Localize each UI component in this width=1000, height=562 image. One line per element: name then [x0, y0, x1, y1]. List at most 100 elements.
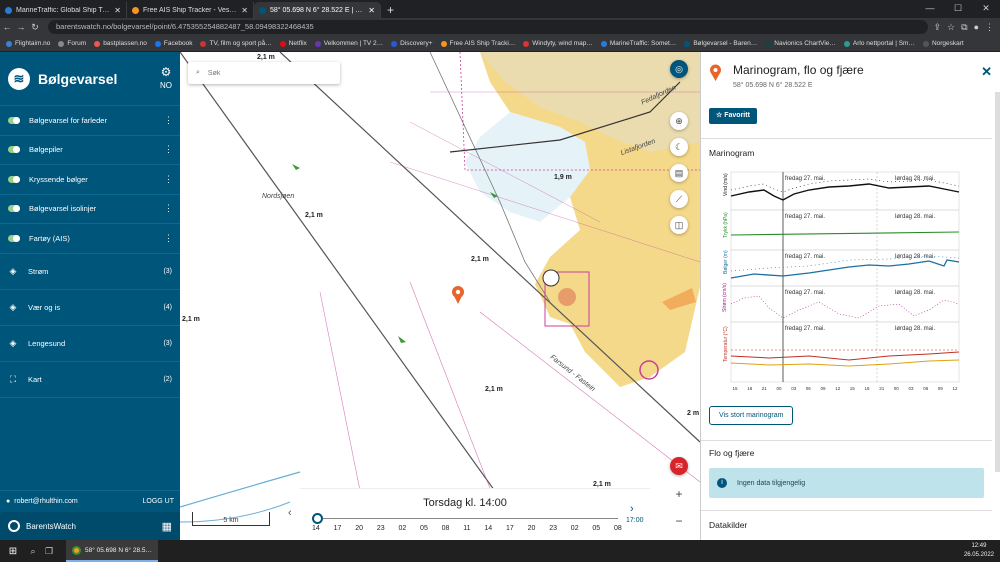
url-field[interactable]: barentswatch.no/bolgevarsel/point/6.4753… — [48, 20, 928, 34]
sidebar-group-lengesund[interactable]: ◈ Lengesund (3) — [0, 326, 180, 362]
timeline-tick: 23 — [549, 525, 557, 532]
zoom-in-button[interactable]: + — [670, 485, 688, 503]
time-tick: 03 — [908, 386, 914, 391]
bookmark[interactable]: Forum — [55, 40, 89, 47]
marinogram-chart: fredag 27. mai. lørdag 28. mai. fredag 2… — [722, 171, 960, 391]
bookmark[interactable]: MarineTraffic: Somet… — [598, 40, 679, 47]
bookmark[interactable]: Discovery+ — [388, 40, 435, 47]
bookmark[interactable]: Netflix — [277, 40, 310, 47]
taskbar-clock[interactable]: 12:49 26.05.2022 — [964, 542, 1000, 560]
layer-toggle[interactable] — [8, 116, 20, 124]
bookmark[interactable]: Free AIS Ship Tracki… — [438, 40, 519, 47]
new-tab-button[interactable]: + — [381, 2, 400, 18]
search-input[interactable] — [207, 69, 328, 77]
minimize-icon[interactable]: — — [916, 0, 944, 18]
layer-toggle[interactable] — [8, 146, 20, 154]
apps-grid-icon[interactable]: ▦ — [162, 520, 172, 533]
task-view-icon[interactable]: ❐ — [40, 546, 58, 557]
night-mode-icon[interactable]: ☾ — [670, 138, 688, 156]
bookmark[interactable]: Arlo nettportal | Sm… — [841, 40, 918, 47]
sidebar-item-kryssende-bolger[interactable]: Kryssende bølger ⋮ — [0, 165, 180, 195]
sidebar-group-kart[interactable]: ⛶ Kart (2) — [0, 362, 180, 398]
wave-height-label: 2,1 m — [257, 54, 275, 61]
chart-map[interactable]: Nordsjøen Listafjorden Fedafjorden Farsu… — [180, 52, 700, 540]
wave-height-label: 2,1 m — [305, 212, 323, 219]
bookmark-star-icon[interactable]: ☆ — [947, 22, 955, 33]
bookmark[interactable]: Bølgevarsel - Baren… — [681, 40, 760, 47]
timeline-prev-icon[interactable]: ‹ — [288, 507, 292, 519]
bookmark[interactable]: TV, film og sport på… — [197, 40, 274, 47]
basemap-icon[interactable]: ◫ — [670, 216, 688, 234]
more-options-icon[interactable]: ⋮ — [164, 174, 173, 185]
sidebar-item-isolinjer[interactable]: Bølgevarsel isolinjer ⋮ — [0, 195, 180, 224]
locate-icon[interactable]: ⊕ — [670, 112, 688, 130]
sidebar-item-bolgevarsel-farleder[interactable]: Bølgevarsel for farleder ⋮ — [0, 106, 180, 136]
close-tab-icon[interactable]: ✕ — [241, 6, 248, 15]
close-icon[interactable]: ✕ — [981, 64, 992, 80]
show-large-marinogram-button[interactable]: Vis stort marinogram — [709, 406, 794, 425]
map-search[interactable]: ⌕ — [188, 62, 340, 84]
back-icon[interactable]: ← — [0, 22, 14, 32]
sidebar-group-vaer-og-is[interactable]: ◈ Vær og is (4) — [0, 290, 180, 326]
map-icon[interactable]: ▤ — [670, 164, 688, 182]
wave-height-label: 1,9 m — [554, 174, 572, 181]
timeline-ticks: 14 17 20 23 02 05 08 11 14 17 20 23 02 05 08 — [312, 525, 622, 532]
tab-favicon — [5, 6, 12, 14]
reload-icon[interactable]: ↻ — [28, 22, 42, 33]
chart-axis-label: Temperatur (°C) — [723, 326, 729, 362]
close-window-icon[interactable]: ✕ — [972, 0, 1000, 18]
settings-button[interactable]: ⚙ NO — [152, 66, 180, 92]
logout-button[interactable]: LOGG UT — [142, 498, 174, 505]
layer-toggle[interactable] — [8, 175, 20, 183]
browser-tab[interactable]: Free AIS Ship Tracker - VesselFin…✕ — [127, 2, 254, 18]
favorite-button[interactable]: ☆ Favoritt — [709, 108, 757, 124]
bookmark[interactable]: Flightaim.no — [3, 40, 53, 47]
wave-height-label: 2 m — [687, 410, 700, 417]
taskbar-app-chrome[interactable]: 58° 05.698 N 6° 28.5… — [66, 540, 158, 562]
layers-button[interactable]: ◎ — [670, 60, 688, 78]
layer-toggle[interactable] — [8, 234, 20, 242]
browser-tab-active[interactable]: 58° 05.698 N 6° 28.522 E | Bølgv…✕ — [254, 2, 381, 18]
windows-start-icon[interactable]: ⊞ — [0, 546, 26, 557]
sidebar-item-bolgepiler[interactable]: Bølgepiler ⋮ — [0, 136, 180, 165]
bookmark-favicon — [922, 40, 929, 47]
panel-scrollbar[interactable] — [995, 92, 1000, 472]
bookmark[interactable]: bastplassen.no — [91, 40, 150, 47]
sidebar-group-strom[interactable]: ◈ Strøm (3) — [0, 254, 180, 290]
timeline-tick: 05 — [592, 525, 601, 532]
more-options-icon[interactable]: ⋮ — [164, 203, 173, 214]
layers-icon: ◈ — [9, 301, 17, 312]
maximize-icon[interactable]: ☐ — [944, 0, 972, 18]
profile-icon[interactable]: ● — [974, 22, 979, 33]
time-tick: 00 — [776, 386, 782, 391]
timeline-next-icon[interactable]: › — [630, 503, 634, 515]
browser-tab[interactable]: MarineTraffic: Global Ship Tracki…✕ — [0, 2, 127, 18]
timeline-title: Torsdag kl. 14:00 — [423, 497, 507, 509]
ruler-icon[interactable]: ⟋ — [670, 190, 688, 208]
timeline-tick: 05 — [420, 525, 428, 532]
close-tab-icon[interactable]: ✕ — [114, 6, 121, 15]
timeline-handle[interactable] — [312, 513, 323, 524]
layer-toggle[interactable] — [8, 205, 20, 213]
zoom-out-button[interactable]: − — [670, 512, 688, 530]
more-options-icon[interactable]: ⋮ — [164, 233, 173, 244]
bookmark[interactable]: Windyty, wind map… — [520, 40, 596, 47]
more-options-icon[interactable]: ⋮ — [164, 144, 173, 155]
sidebar-item-fartoy-ais[interactable]: Fartøy (AIS) ⋮ — [0, 224, 180, 254]
bookmark[interactable]: Velkommen | TV 2… — [312, 40, 386, 47]
search-icon[interactable]: ⌕ — [26, 546, 40, 557]
close-tab-icon[interactable]: ✕ — [368, 6, 375, 15]
extensions-icon[interactable]: ⧉ — [961, 22, 967, 33]
bookmark[interactable]: Facebook — [152, 40, 196, 47]
bookmark[interactable]: Navionics ChartVie… — [762, 40, 839, 47]
share-icon[interactable]: ⇪ — [934, 22, 942, 33]
feedback-icon[interactable]: ✉ — [670, 457, 688, 475]
location-pin-icon — [710, 64, 721, 81]
forward-icon[interactable]: → — [14, 22, 28, 32]
tide-heading: Flo og fjære — [709, 448, 755, 458]
timeline-track[interactable] — [318, 518, 618, 519]
day-label: fredag 27. mai. — [785, 254, 825, 260]
more-options-icon[interactable]: ⋮ — [164, 115, 173, 126]
bookmark[interactable]: Norgeskart — [920, 40, 967, 47]
menu-icon[interactable]: ⋮ — [985, 22, 994, 33]
